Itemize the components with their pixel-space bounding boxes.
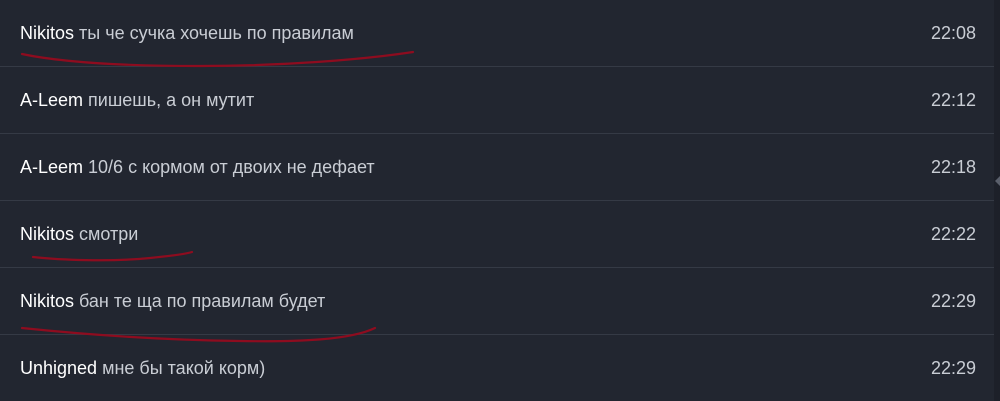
message-time: 22:08	[930, 22, 976, 43]
message-time: 22:29	[930, 357, 976, 378]
chat-message-row[interactable]: Nikitos ты че сучка хочешь по правилам 2…	[0, 0, 994, 67]
message-content: A-Leem 10/6 с кормом от двоих не дефает	[20, 134, 375, 200]
chat-message-row[interactable]: Nikitos бан те ща по правилам будет 22:2…	[0, 268, 994, 335]
message-text: ты че сучка хочешь по правилам	[79, 22, 354, 43]
message-content: Nikitos бан те ща по правилам будет	[20, 268, 325, 334]
chat-message-row[interactable]: Unhigned мне бы такой корм) 22:29	[0, 335, 994, 401]
message-author[interactable]: Nikitos	[20, 23, 74, 44]
chat-message-row[interactable]: A-Leem пишешь, а он мутит 22:12	[0, 67, 994, 134]
message-content: Nikitos ты че сучка хочешь по правилам	[20, 0, 354, 66]
message-text: пишешь, а он мутит	[88, 89, 255, 110]
message-author[interactable]: Unhigned	[20, 358, 97, 379]
message-text: мне бы такой корм)	[102, 357, 266, 378]
message-author[interactable]: Nikitos	[20, 291, 74, 312]
message-time: 22:22	[930, 223, 976, 244]
chat-message-row[interactable]: Nikitos смотри 22:22	[0, 201, 994, 268]
chat-message-row[interactable]: A-Leem 10/6 с кормом от двоих не дефает …	[0, 134, 994, 201]
message-text: 10/6 с кормом от двоих не дефает	[88, 156, 375, 177]
message-text: бан те ща по правилам будет	[79, 290, 326, 311]
message-text: смотри	[79, 223, 139, 244]
message-author[interactable]: A-Leem	[20, 90, 83, 111]
message-author[interactable]: A-Leem	[20, 157, 83, 178]
message-time: 22:29	[930, 290, 976, 311]
message-content: Unhigned мне бы такой корм)	[20, 335, 265, 401]
vertical-scrollbar[interactable]	[994, 0, 1000, 401]
chat-message-list: Nikitos ты че сучка хочешь по правилам 2…	[0, 0, 994, 401]
scroll-arrow-icon[interactable]	[995, 176, 1000, 186]
message-content: A-Leem пишешь, а он мутит	[20, 67, 254, 133]
message-time: 22:12	[930, 89, 976, 110]
message-time: 22:18	[930, 156, 976, 177]
message-author[interactable]: Nikitos	[20, 224, 74, 245]
message-content: Nikitos смотри	[20, 201, 138, 267]
